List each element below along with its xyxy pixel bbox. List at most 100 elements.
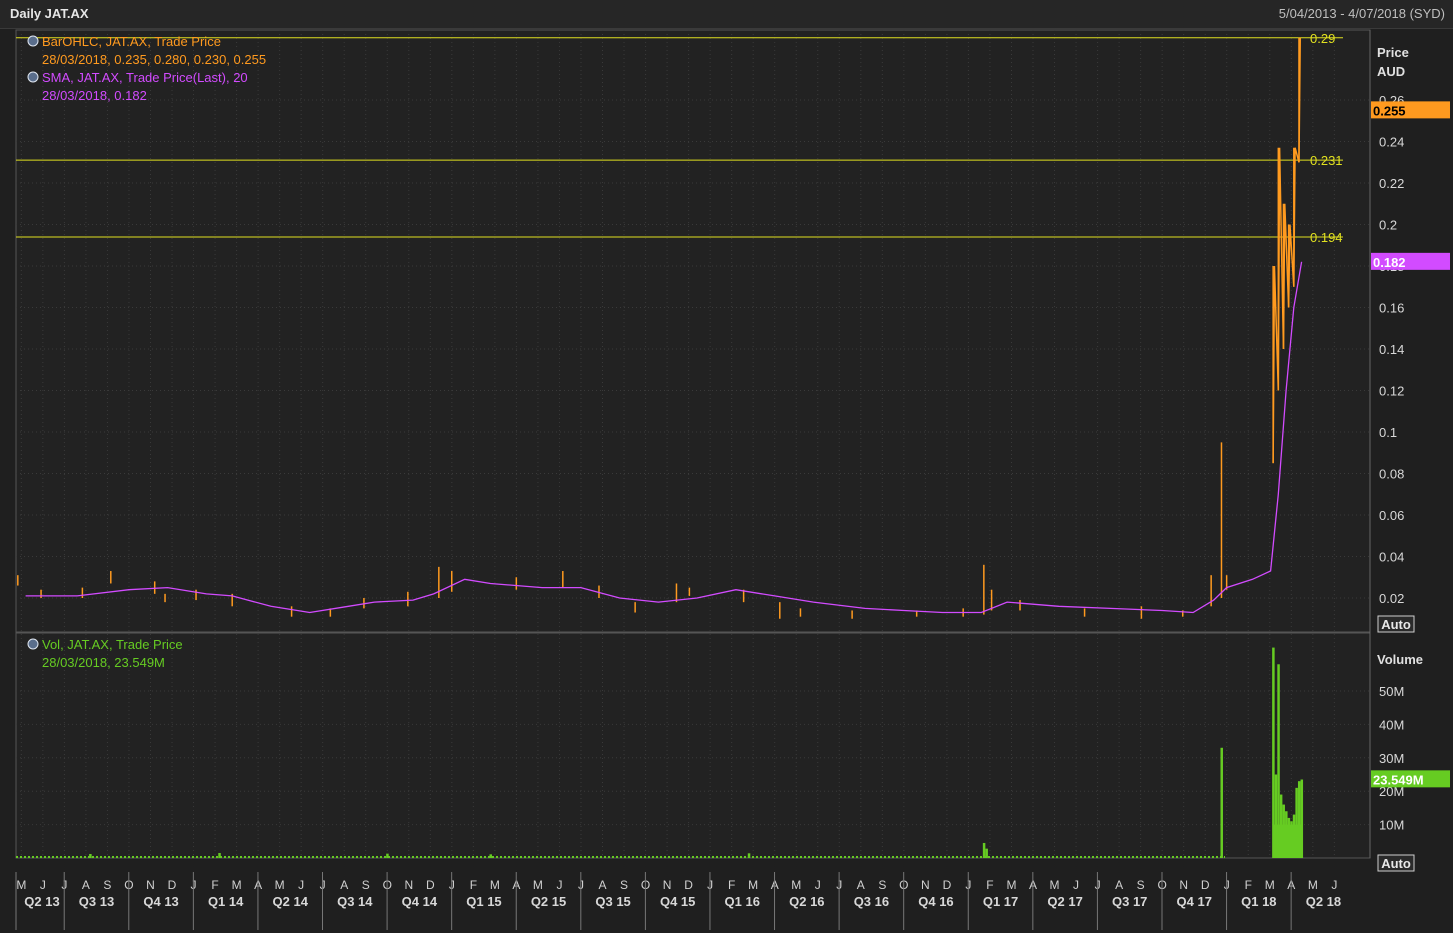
legend-info-icon[interactable] xyxy=(27,638,39,650)
volume-bar xyxy=(982,842,986,858)
price-tick-label: 0.2 xyxy=(1379,218,1397,233)
auto-button-label: Auto xyxy=(1381,617,1411,632)
price-tick-label: 0.06 xyxy=(1379,508,1404,523)
month-tick-label: N xyxy=(921,878,930,892)
price-tick-label: 0.04 xyxy=(1379,550,1404,565)
quarter-label: Q2 16 xyxy=(789,894,824,909)
volume-tick-label: 10M xyxy=(1379,818,1404,833)
quarter-label: Q4 17 xyxy=(1177,894,1212,909)
volume-tick-label: 30M xyxy=(1379,751,1404,766)
month-tick-label: M xyxy=(748,878,758,892)
quarter-label: Q1 18 xyxy=(1241,894,1276,909)
month-tick-label: M xyxy=(1265,878,1275,892)
month-tick-label: S xyxy=(103,878,111,892)
month-tick-label: D xyxy=(943,878,952,892)
month-tick-label: J xyxy=(40,878,46,892)
last-volume-tag: 23.549M xyxy=(1371,770,1450,788)
quarter-label: Q2 13 xyxy=(24,894,59,909)
quarter-label: Q2 14 xyxy=(273,894,309,909)
volume-tick-label: 40M xyxy=(1379,717,1404,732)
legend-title: BarOHLC, JAT.AX, Trade Price xyxy=(42,34,221,49)
quarter-label: Q1 16 xyxy=(725,894,760,909)
price-panel xyxy=(15,29,1371,633)
quarter-label: Q4 14 xyxy=(402,894,438,909)
price-tick-label: 0.08 xyxy=(1379,467,1404,482)
quarter-label: Q3 17 xyxy=(1112,894,1147,909)
quarter-label: Q3 16 xyxy=(854,894,889,909)
volume-bar xyxy=(89,853,92,858)
month-tick-label: A xyxy=(857,878,865,892)
volume-bar xyxy=(386,853,389,858)
quarter-label: Q3 14 xyxy=(337,894,373,909)
price-tick-label: 0.14 xyxy=(1379,342,1404,357)
price-tick-label: 0.12 xyxy=(1379,384,1404,399)
quarter-label: Q2 17 xyxy=(1047,894,1082,909)
last-sma-tag: 0.182 xyxy=(1371,252,1450,270)
quarter-label: Q4 13 xyxy=(143,894,178,909)
chart-window: { "window": { "title": "Daily JAT.AX", "… xyxy=(0,0,1453,933)
month-tick-label: M xyxy=(1308,878,1318,892)
month-tick-label: M xyxy=(232,878,242,892)
price-tick-label: 0.16 xyxy=(1379,301,1404,316)
month-tick-label: F xyxy=(728,878,735,892)
month-tick-label: J xyxy=(298,878,304,892)
quarter-label: Q1 17 xyxy=(983,894,1018,909)
legend-detail: 28/03/2018, 0.235, 0.280, 0.230, 0.255 xyxy=(42,52,266,67)
legend-detail: 28/03/2018, 0.182 xyxy=(42,88,147,103)
month-tick-label: F xyxy=(470,878,477,892)
legend-detail: 28/03/2018, 23.549M xyxy=(42,655,165,670)
month-tick-label: A xyxy=(82,878,90,892)
month-tick-label: N xyxy=(404,878,413,892)
quarter-label: Q3 15 xyxy=(595,894,630,909)
legend-title: SMA, JAT.AX, Trade Price(Last), 20 xyxy=(42,70,248,85)
price-tick-label: 0.02 xyxy=(1379,591,1404,606)
quarter-label: Q4 16 xyxy=(918,894,953,909)
month-tick-label: J xyxy=(815,878,821,892)
month-tick-label: M xyxy=(490,878,500,892)
auto-button-label: Auto xyxy=(1381,856,1411,871)
price-tick-label: 0.22 xyxy=(1379,176,1404,191)
chart-canvas[interactable]: 0.290.2310.194 MJJASONDJFMAMJJASONDJFMAM… xyxy=(0,0,1453,933)
price-tick-label: 0.1 xyxy=(1379,425,1397,440)
month-tick-label: N xyxy=(1179,878,1188,892)
month-tick-label: S xyxy=(620,878,628,892)
legend-title: Vol, JAT.AX, Trade Price xyxy=(42,637,183,652)
month-tick-label: M xyxy=(275,878,285,892)
month-tick-label: S xyxy=(878,878,886,892)
month-tick-label: D xyxy=(168,878,177,892)
volume-bar xyxy=(218,852,221,858)
month-tick-label: A xyxy=(1115,878,1123,892)
month-tick-label: M xyxy=(533,878,543,892)
quarter-label: Q2 18 xyxy=(1306,894,1341,909)
legend-info-icon[interactable] xyxy=(27,71,39,83)
last-volume-tag-label: 23.549M xyxy=(1373,772,1424,787)
volume-axis-title: Volume xyxy=(1377,652,1423,667)
volume-bar xyxy=(985,848,988,858)
horizontal-line-label: 0.194 xyxy=(1310,230,1343,245)
last-price-tag: 0.255 xyxy=(1371,101,1450,119)
quarter-label: Q3 13 xyxy=(79,894,114,909)
volume-bar xyxy=(489,854,492,858)
month-tick-label: S xyxy=(362,878,370,892)
month-tick-label: A xyxy=(340,878,348,892)
month-tick-label: D xyxy=(1201,878,1210,892)
month-tick-label: F xyxy=(1245,878,1252,892)
volume-bar xyxy=(747,853,751,858)
month-tick-label: D xyxy=(684,878,693,892)
month-tick-label: N xyxy=(663,878,672,892)
auto-scale-button[interactable]: Auto xyxy=(1377,854,1415,872)
price-tick-label: 0.24 xyxy=(1379,135,1404,150)
quarter-label: Q4 15 xyxy=(660,894,695,909)
auto-scale-button[interactable]: Auto xyxy=(1377,615,1415,633)
month-tick-label: S xyxy=(1137,878,1145,892)
volume-tick-label: 50M xyxy=(1379,684,1404,699)
quarter-label: Q1 14 xyxy=(208,894,244,909)
last-price-tag-label: 0.255 xyxy=(1373,103,1406,118)
legend-info-icon[interactable] xyxy=(27,35,39,47)
price-axis-unit: AUD xyxy=(1377,64,1405,79)
volume-cluster xyxy=(1273,824,1302,858)
month-tick-label: J xyxy=(1073,878,1079,892)
value-axis-bg xyxy=(1370,30,1450,858)
quarter-label: Q1 15 xyxy=(466,894,501,909)
month-tick-label: N xyxy=(146,878,155,892)
